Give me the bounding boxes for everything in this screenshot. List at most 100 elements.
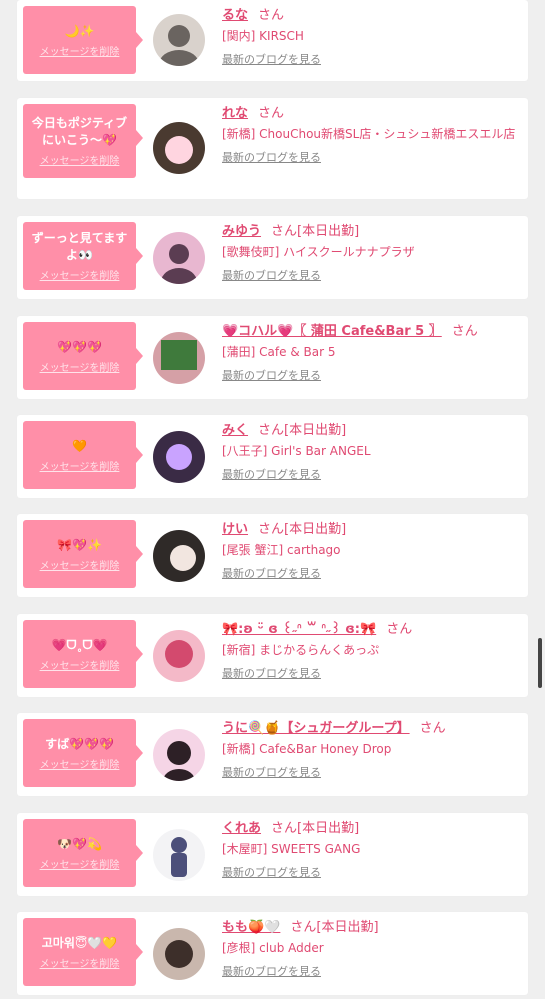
shop-name: [彦根] club Adder <box>222 941 324 955</box>
delete-message-link[interactable]: メッセージを削除 <box>40 657 120 672</box>
delete-message-link[interactable]: メッセージを削除 <box>40 756 120 771</box>
honorific: さん <box>271 821 298 836</box>
shop-name: [蒲田] Cafe & Bar 5 <box>222 345 336 359</box>
avatar-image <box>153 729 205 781</box>
honorific: さん <box>258 522 285 537</box>
shop-name: [八王子] Girl's Bar ANGEL <box>222 444 371 458</box>
latest-blog-link[interactable]: 最新のブログを見る <box>222 764 522 780</box>
girl-name-link[interactable]: うに🍭🍯【シュガーグループ】 <box>222 721 410 736</box>
latest-blog-link[interactable]: 最新のブログを見る <box>222 864 522 880</box>
honorific: さん <box>451 324 478 339</box>
girl-name-link[interactable]: もも🍑🤍 <box>222 920 280 935</box>
status-badge: [本日出勤] <box>316 920 379 935</box>
message-text: 🌙✨ <box>64 23 95 38</box>
list-item: 🌙✨ メッセージを削除 るな さん [関内] KIRSCH 最新のブログを見る <box>17 0 528 81</box>
message-text: 💗ᗜ˳ᗜ💗 <box>51 637 108 652</box>
girl-name-link[interactable]: 💗コハル💗〖 蒲田 Cafe&Bar 5 〗 <box>222 324 442 339</box>
shop-name: [関内] KIRSCH <box>222 29 304 43</box>
delete-message-link[interactable]: メッセージを削除 <box>40 152 120 167</box>
avatar[interactable] <box>153 431 205 483</box>
avatar[interactable] <box>153 122 205 174</box>
honorific: さん <box>258 423 285 438</box>
avatar[interactable] <box>153 630 205 682</box>
list-item: 고마워😇🤍💛 メッセージを削除 もも🍑🤍 さん[本日出勤] [彦根] club A… <box>17 912 528 995</box>
shop-name: [尾張 蟹江] carthago <box>222 543 341 557</box>
message-bubble: ずーっと見てますよ👀 メッセージを削除 <box>23 222 143 290</box>
latest-blog-link[interactable]: 最新のブログを見る <box>222 665 522 681</box>
avatar[interactable] <box>153 14 205 66</box>
latest-blog-link[interactable]: 最新のブログを見る <box>222 466 522 482</box>
girl-name-link[interactable]: みく <box>222 423 248 438</box>
shop-name: [新橋] Cafe&Bar Honey Drop <box>222 742 392 756</box>
shop-name: [歌舞伎町] ハイスクールナナプラザ <box>222 245 415 259</box>
delete-message-link[interactable]: メッセージを削除 <box>40 557 120 572</box>
avatar-image <box>153 829 205 881</box>
avatar[interactable] <box>153 928 205 980</box>
shop-name: [新橋] ChouChou新橋SL店・シュシュ新橋エスエル店 <box>222 127 516 141</box>
honorific: さん <box>271 224 298 239</box>
delete-message-link[interactable]: メッセージを削除 <box>40 267 120 282</box>
delete-message-link[interactable]: メッセージを削除 <box>40 458 120 473</box>
delete-message-link[interactable]: メッセージを削除 <box>40 955 120 970</box>
avatar-image <box>153 530 205 582</box>
girl-name-link[interactable]: くれあ <box>222 821 261 836</box>
avatar[interactable] <box>153 332 205 384</box>
avatar-image <box>153 232 205 284</box>
avatar-image <box>153 14 205 66</box>
latest-blog-link[interactable]: 最新のブログを見る <box>222 963 522 979</box>
latest-blog-link[interactable]: 最新のブログを見る <box>222 367 522 383</box>
message-text: 🧡 <box>72 438 87 453</box>
latest-blog-link[interactable]: 最新のブログを見る <box>222 51 522 67</box>
message-bubble: 💗ᗜ˳ᗜ💗 メッセージを削除 <box>23 620 143 688</box>
scrollbar[interactable] <box>538 638 542 688</box>
honorific: さん <box>290 920 317 935</box>
avatar[interactable] <box>153 530 205 582</box>
message-bubble: 🌙✨ メッセージを削除 <box>23 6 143 74</box>
delete-message-link[interactable]: メッセージを削除 <box>40 359 120 374</box>
message-bubble: 今日もポジティブにいこう〜💖 メッセージを削除 <box>23 104 143 178</box>
status-badge: [本日出勤] <box>284 522 347 537</box>
avatar[interactable] <box>153 829 205 881</box>
list-item: すば💖💖💖 メッセージを削除 うに🍭🍯【シュガーグループ】 さん [新橋] Caf… <box>17 713 528 796</box>
message-bubble: すば💖💖💖 メッセージを削除 <box>23 719 143 787</box>
latest-blog-link[interactable]: 最新のブログを見る <box>222 267 522 283</box>
girl-name-link[interactable]: 🎀:ʚ ᵕ̈ ɞ ꒰˶ᐢ ꒳ ᐢ˶꒱ ɞ:🎀 <box>222 622 376 637</box>
message-text: 🎀💖✨ <box>57 537 102 552</box>
avatar[interactable] <box>153 232 205 284</box>
girl-name-link[interactable]: れな <box>222 106 248 121</box>
shop-name: [木屋町] SWEETS GANG <box>222 842 361 856</box>
list-item: 今日もポジティブにいこう〜💖 メッセージを削除 れな さん [新橋] ChouCh… <box>17 98 528 199</box>
list-item: 🐶💖💫 メッセージを削除 くれあ さん[本日出勤] [木屋町] SWEETS GA… <box>17 813 528 896</box>
avatar-image <box>153 431 205 483</box>
status-badge: [本日出勤] <box>297 224 360 239</box>
list-item: 💖💖💖 メッセージを削除 💗コハル💗〖 蒲田 Cafe&Bar 5 〗さん [蒲… <box>17 316 528 399</box>
avatar[interactable] <box>153 729 205 781</box>
list-item: 🧡 メッセージを削除 みく さん[本日出勤] [八王子] Girl's Bar A… <box>17 415 528 498</box>
message-text: ずーっと見てますよ👀 <box>31 231 128 262</box>
avatar-image <box>153 928 205 980</box>
avatar-image <box>153 630 205 682</box>
message-text: 🐶💖💫 <box>57 836 102 851</box>
delete-message-link[interactable]: メッセージを削除 <box>40 43 120 58</box>
message-text: 고마워😇🤍💛 <box>41 935 118 950</box>
honorific: さん <box>258 106 285 121</box>
latest-blog-link[interactable]: 最新のブログを見る <box>222 565 522 581</box>
honorific: さん <box>386 622 413 637</box>
girl-name-link[interactable]: けい <box>222 522 248 537</box>
message-bubble: 🐶💖💫 メッセージを削除 <box>23 819 143 887</box>
list-item: 🎀💖✨ メッセージを削除 けい さん[本日出勤] [尾張 蟹江] carthago… <box>17 514 528 597</box>
message-text: 💖💖💖 <box>57 339 102 354</box>
honorific: さん <box>258 8 285 23</box>
list-item: ずーっと見てますよ👀 メッセージを削除 みゆう さん[本日出勤] [歌舞伎町] ハ… <box>17 216 528 299</box>
delete-message-link[interactable]: メッセージを削除 <box>40 856 120 871</box>
avatar-image <box>153 122 205 174</box>
status-badge: [本日出勤] <box>284 423 347 438</box>
message-bubble: 💖💖💖 メッセージを削除 <box>23 322 143 390</box>
list-item: 💗ᗜ˳ᗜ💗 メッセージを削除 🎀:ʚ ᵕ̈ ɞ ꒰˶ᐢ ꒳ ᐢ˶꒱ ɞ:🎀 さん … <box>17 614 528 697</box>
message-bubble: 🎀💖✨ メッセージを削除 <box>23 520 143 588</box>
latest-blog-link[interactable]: 最新のブログを見る <box>222 149 522 165</box>
message-text: すば💖💖💖 <box>45 736 114 751</box>
girl-name-link[interactable]: みゆう <box>222 224 261 239</box>
girl-name-link[interactable]: るな <box>222 8 248 23</box>
message-bubble: 고마워😇🤍💛 メッセージを削除 <box>23 918 143 986</box>
